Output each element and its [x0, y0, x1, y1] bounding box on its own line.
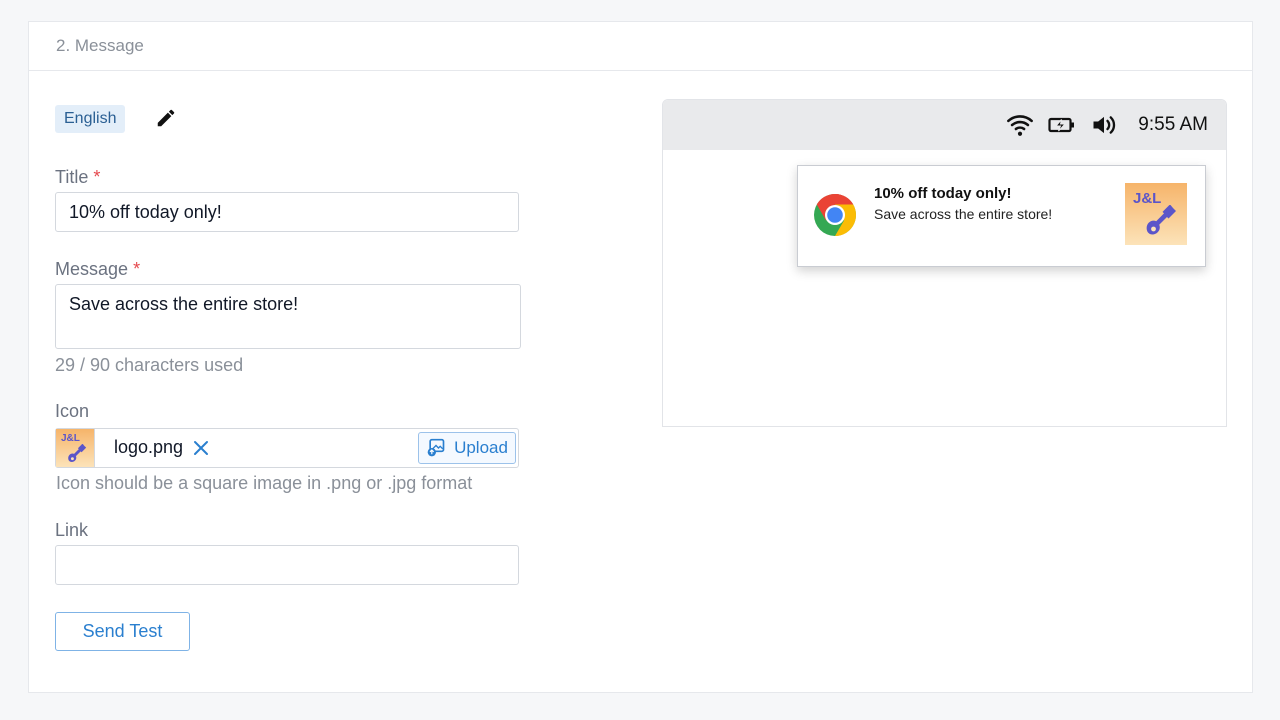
notification-image: J&L	[1125, 183, 1187, 245]
notification-body: Save across the entire store!	[874, 206, 1053, 222]
message-textarea[interactable]: Save across the entire store!	[55, 284, 521, 349]
status-bar: 9:55 AM	[663, 100, 1226, 150]
upload-button[interactable]: Upload	[418, 432, 516, 464]
wifi-icon	[1007, 115, 1034, 136]
character-counter: 29 / 90 characters used	[55, 355, 244, 375]
pencil-icon[interactable]	[155, 107, 177, 129]
language-badge[interactable]: English	[55, 105, 126, 133]
title-input[interactable]: 10% off today only!	[55, 192, 519, 232]
upload-label: Upload	[454, 438, 508, 457]
send-test-button[interactable]: Send Test	[55, 612, 190, 651]
message-label: Message *	[55, 259, 140, 280]
message-label-text: Message	[55, 259, 129, 279]
link-input[interactable]	[55, 545, 519, 585]
notification-card[interactable]: 10% off today only! Save across the enti…	[797, 165, 1206, 267]
remove-icon[interactable]	[193, 440, 209, 456]
icon-filename: logo.png	[114, 437, 184, 457]
status-time: 9:55 AM	[1138, 114, 1208, 135]
link-label: Link	[55, 520, 89, 540]
notification-title: 10% off today only!	[874, 185, 1012, 202]
required-mark: *	[133, 259, 141, 279]
icon-help-text: Icon should be a square image in .png or…	[56, 473, 473, 493]
icon-label: Icon	[55, 401, 90, 421]
thumbnail-text: J&L	[61, 433, 80, 444]
title-label-text: Title	[55, 167, 89, 187]
section-title: 2. Message	[56, 36, 144, 55]
notification-preview: 9:55 AM 10% off today only! Save across …	[662, 99, 1227, 427]
guitar-icon	[68, 444, 87, 463]
required-mark: *	[93, 167, 101, 187]
battery-charging-icon	[1048, 117, 1075, 133]
volume-icon	[1093, 116, 1116, 134]
guitar-icon	[1146, 205, 1176, 235]
message-card: 2. Message English Title * 10% off today…	[28, 21, 1253, 693]
icon-thumbnail: J&L	[56, 429, 95, 467]
title-label: Title *	[55, 167, 100, 188]
card-header: 2. Message	[29, 22, 1252, 71]
chrome-icon	[814, 194, 857, 236]
icon-upload-field: J&L logo.png Upload	[55, 428, 519, 468]
image-upload-icon	[427, 438, 445, 457]
